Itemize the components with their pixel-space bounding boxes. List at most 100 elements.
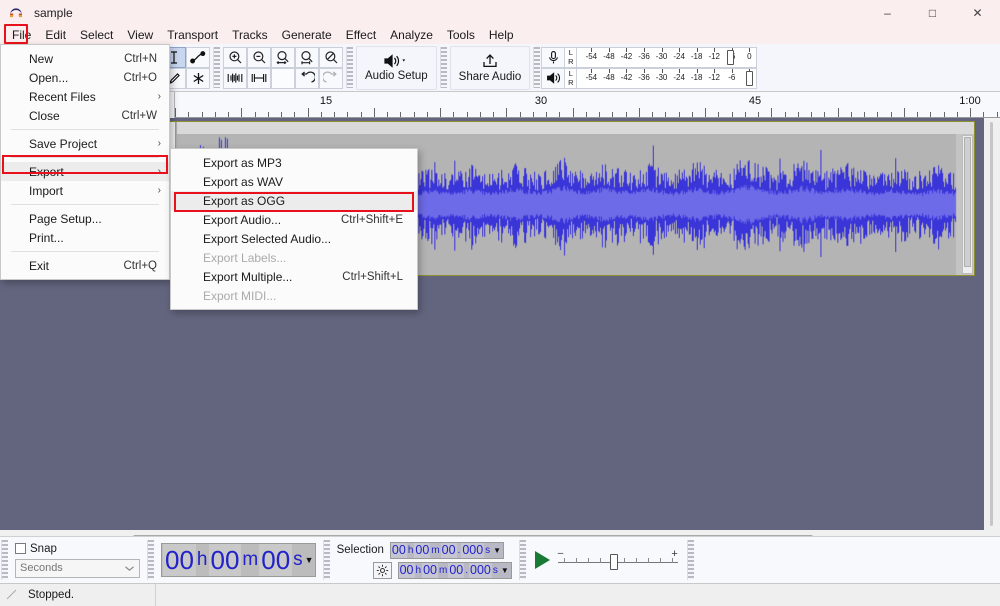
start-seconds[interactable]: 00 bbox=[440, 542, 457, 558]
export-menu-item-export-as-ogg[interactable]: Export as OGG bbox=[171, 191, 417, 210]
export-menu-item-export-multiple[interactable]: Export Multiple... Ctrl+Shift+L bbox=[171, 267, 417, 286]
fit-selection-button[interactable] bbox=[271, 46, 295, 68]
menu-tools[interactable]: Tools bbox=[440, 27, 482, 43]
slider-knob[interactable] bbox=[609, 554, 618, 570]
time-format-dropdown-icon[interactable]: ▼ bbox=[305, 555, 314, 565]
snap-toolbar-grip[interactable] bbox=[1, 540, 8, 580]
share-audio-label: Share Audio bbox=[458, 70, 522, 83]
zoom-in-button[interactable] bbox=[223, 46, 247, 68]
ruler-tick bbox=[546, 112, 547, 117]
file-menu-item-page-setup[interactable]: Page Setup... bbox=[1, 209, 169, 228]
undo-button[interactable] bbox=[295, 67, 319, 89]
meter-scale-label: -18 bbox=[690, 51, 703, 61]
file-menu-item-exit[interactable]: Exit Ctrl+Q bbox=[1, 256, 169, 275]
zoom-out-button[interactable] bbox=[247, 46, 271, 68]
file-menu-item-import[interactable]: Import › bbox=[1, 181, 169, 200]
start-format-dropdown-icon[interactable]: ▼ bbox=[491, 546, 503, 555]
menu-generate[interactable]: Generate bbox=[275, 27, 339, 43]
file-menu-item-export[interactable]: Export › bbox=[1, 162, 169, 181]
end-milliseconds[interactable]: 000 bbox=[469, 562, 492, 578]
selection-toolbar-grip[interactable] bbox=[322, 540, 330, 580]
end-hours[interactable]: 00 bbox=[398, 562, 415, 578]
ruler-tick bbox=[811, 112, 812, 117]
end-seconds[interactable]: 00 bbox=[448, 562, 465, 578]
menu-transport[interactable]: Transport bbox=[160, 27, 225, 43]
menu-analyze[interactable]: Analyze bbox=[383, 27, 440, 43]
scrollbar-thumb[interactable] bbox=[964, 137, 971, 267]
play-at-speed-icon[interactable] bbox=[534, 551, 550, 569]
file-menu-item-save-project[interactable]: Save Project › bbox=[1, 134, 169, 153]
workspace-vertical-scrollbar[interactable] bbox=[984, 118, 1000, 530]
start-milliseconds[interactable]: 000 bbox=[461, 542, 485, 558]
window-title: sample bbox=[34, 5, 73, 20]
ruler-tick bbox=[519, 112, 521, 117]
seconds-digits[interactable]: 00 bbox=[259, 544, 293, 576]
zoom-toggle-button[interactable] bbox=[319, 46, 343, 68]
time-toolbar-grip[interactable] bbox=[147, 540, 154, 580]
file-menu-item-open[interactable]: Open... Ctrl+O bbox=[1, 68, 169, 87]
meter-scale-label: -12 bbox=[708, 72, 720, 82]
menu-separator bbox=[11, 251, 159, 252]
file-menu-item-recent-files[interactable]: Recent Files › bbox=[1, 87, 169, 106]
audio-setup-button[interactable]: Audio Setup bbox=[356, 45, 437, 90]
meter-scale-label: -48 bbox=[603, 51, 615, 61]
export-menu-item-export-selected-audio[interactable]: Export Selected Audio... bbox=[171, 229, 417, 248]
track-vertical-scrollbar[interactable] bbox=[962, 135, 973, 274]
share-audio-toolbar-grip[interactable] bbox=[439, 47, 447, 88]
start-hours[interactable]: 00 bbox=[390, 542, 407, 558]
snap-checkbox[interactable] bbox=[15, 543, 26, 554]
multi-tool[interactable] bbox=[186, 67, 210, 89]
meter-toolbar-grip[interactable] bbox=[533, 47, 541, 88]
file-menu-item-print[interactable]: Print... bbox=[1, 228, 169, 247]
play-meter[interactable]: L R -54-48-42-36-30-24-18-12-60 bbox=[541, 67, 758, 89]
start-hours-unit: h bbox=[407, 544, 414, 556]
export-submenu-dropdown[interactable]: Export as MP3 Export as WAV Export as OGG E… bbox=[170, 148, 418, 310]
silence-audio-button[interactable] bbox=[247, 67, 271, 89]
audio-setup-toolbar-grip[interactable] bbox=[346, 47, 353, 88]
minutes-digits[interactable]: 00 bbox=[208, 544, 242, 576]
record-meter[interactable]: L R -54-48-42-36-30-24-18-12-60 bbox=[541, 46, 758, 68]
export-menu-item-export-audio[interactable]: Export Audio... Ctrl+Shift+E bbox=[171, 210, 417, 229]
end-format-dropdown-icon[interactable]: ▼ bbox=[499, 566, 511, 575]
meter-scale-label: 0 bbox=[747, 51, 752, 61]
selection-settings-button[interactable] bbox=[372, 561, 392, 579]
export-menu-item-export-as-mp3[interactable]: Export as MP3 bbox=[171, 153, 417, 172]
menu-help[interactable]: Help bbox=[482, 27, 521, 43]
envelope-tool[interactable] bbox=[186, 46, 210, 68]
play-speed-slider[interactable]: – + bbox=[557, 548, 678, 572]
menu-tracks[interactable]: Tracks bbox=[225, 27, 275, 43]
ruler-tick bbox=[334, 112, 335, 117]
snap-units-select[interactable]: Seconds bbox=[15, 558, 140, 578]
start-minutes[interactable]: 00 bbox=[414, 542, 431, 558]
ruler-tick bbox=[638, 108, 640, 117]
audio-position-field[interactable]: 00 h 00 m 00 s ▼ bbox=[161, 543, 316, 577]
edit-toolbar-grip[interactable] bbox=[213, 47, 220, 88]
scrollbar-track[interactable] bbox=[990, 122, 993, 526]
hours-digits[interactable]: 00 bbox=[163, 544, 196, 576]
maximize-button[interactable]: □ bbox=[910, 0, 955, 25]
menu-effect[interactable]: Effect bbox=[339, 27, 383, 43]
ruler-tick bbox=[930, 112, 932, 117]
menu-view[interactable]: View bbox=[120, 27, 160, 43]
fit-project-button[interactable] bbox=[295, 46, 319, 68]
file-menu-dropdown[interactable]: New Ctrl+N Open... Ctrl+O Recent Files › Close… bbox=[0, 44, 170, 280]
redo-button[interactable] bbox=[319, 67, 343, 89]
selection-end-field[interactable]: 00 h 00 m 00 . 000 s ▼ bbox=[397, 561, 512, 579]
end-minutes[interactable]: 00 bbox=[422, 562, 438, 578]
minimize-button[interactable]: – bbox=[865, 0, 910, 25]
play-speed-toolbar-grip[interactable] bbox=[518, 540, 526, 580]
menu-file[interactable]: File bbox=[5, 27, 38, 43]
file-menu-item-close[interactable]: Close Ctrl+W bbox=[1, 106, 169, 125]
share-audio-button[interactable]: Share Audio bbox=[449, 45, 531, 90]
status-divider bbox=[155, 584, 156, 606]
menu-item-label: Export as OGG bbox=[203, 193, 286, 208]
file-menu-item-new[interactable]: New Ctrl+N bbox=[1, 49, 169, 68]
menu-edit[interactable]: Edit bbox=[38, 27, 73, 43]
close-button[interactable]: ✕ bbox=[955, 0, 1000, 25]
extra-toolbar-grip[interactable] bbox=[686, 540, 694, 580]
trim-audio-button[interactable] bbox=[223, 67, 247, 89]
ruler-tick bbox=[956, 112, 958, 117]
selection-start-field[interactable]: 00 h 00 m 00 . 000 s ▼ bbox=[389, 541, 505, 559]
menu-select[interactable]: Select bbox=[73, 27, 120, 43]
export-menu-item-export-as-wav[interactable]: Export as WAV bbox=[171, 172, 417, 191]
